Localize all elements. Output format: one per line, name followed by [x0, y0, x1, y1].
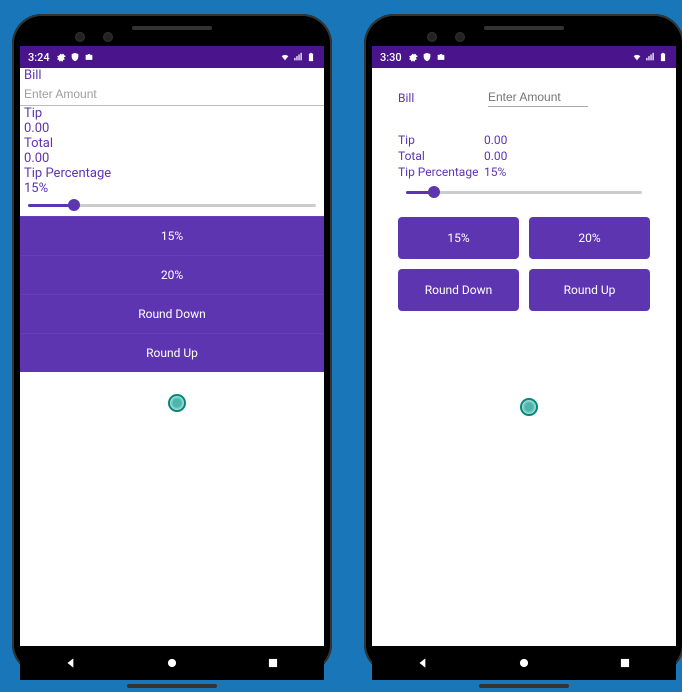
- fab-icon[interactable]: [168, 394, 186, 412]
- round-down-button[interactable]: Round Down: [398, 269, 519, 311]
- round-down-button[interactable]: Round Down: [20, 294, 324, 333]
- gear-icon: [56, 52, 66, 62]
- tip-pct-value: 15%: [20, 181, 324, 196]
- speaker-top: [484, 26, 564, 30]
- briefcase-icon: [84, 52, 94, 62]
- tip-pct-label: Tip Percentage: [398, 165, 484, 179]
- app-content-right: Bill Tip 0.00 Total 0.00 Tip Percentage …: [372, 68, 676, 646]
- status-bar: 3:24: [20, 46, 324, 68]
- camera-row: [20, 32, 324, 42]
- total-value: 0.00: [20, 151, 324, 166]
- status-bar: 3:30: [372, 46, 676, 68]
- gear-icon: [408, 52, 418, 62]
- pct20-button[interactable]: 20%: [20, 255, 324, 294]
- bill-label: Bill: [20, 68, 324, 83]
- amount-input[interactable]: [488, 88, 588, 107]
- nav-back-icon[interactable]: [64, 656, 78, 670]
- pct15-button[interactable]: 15%: [20, 216, 324, 255]
- phone-frame-left: 3:24 Bill Tip 0.00 Total 0.00 Tip Percen…: [12, 14, 332, 674]
- nav-recent-icon[interactable]: [618, 656, 632, 670]
- tip-label: Tip: [20, 106, 324, 121]
- signal-icon: [645, 52, 655, 62]
- pct20-button[interactable]: 20%: [529, 217, 650, 259]
- tip-pct-label: Tip Percentage: [20, 166, 324, 181]
- battery-icon: [306, 52, 316, 62]
- wifi-icon: [280, 52, 290, 62]
- amount-input[interactable]: [20, 83, 324, 106]
- nav-recent-icon[interactable]: [266, 656, 280, 670]
- speaker-top: [132, 26, 212, 30]
- tip-value: 0.00: [484, 133, 507, 147]
- phone-frame-right: 3:30 Bill Tip 0.: [364, 14, 682, 674]
- status-time: 3:30: [380, 51, 402, 64]
- status-time: 3:24: [28, 51, 50, 64]
- tip-slider[interactable]: [398, 183, 650, 203]
- tip-label: Tip: [398, 133, 484, 147]
- nav-bar: [372, 646, 676, 680]
- briefcase-icon: [436, 52, 446, 62]
- tip-value: 0.00: [20, 121, 324, 136]
- total-label: Total: [20, 136, 324, 151]
- screen-left: 3:24 Bill Tip 0.00 Total 0.00 Tip Percen…: [20, 46, 324, 646]
- round-up-button[interactable]: Round Up: [20, 333, 324, 372]
- screen-right: 3:30 Bill Tip 0.: [372, 46, 676, 646]
- nav-back-icon[interactable]: [416, 656, 430, 670]
- speaker-bottom: [127, 684, 217, 688]
- wifi-icon: [632, 52, 642, 62]
- app-content-left: Bill Tip 0.00 Total 0.00 Tip Percentage …: [20, 68, 324, 646]
- shield-icon: [70, 52, 80, 62]
- tip-slider[interactable]: [20, 196, 324, 216]
- speaker-bottom: [479, 684, 569, 688]
- fab-icon[interactable]: [520, 398, 538, 416]
- pct15-button[interactable]: 15%: [398, 217, 519, 259]
- total-value: 0.00: [484, 149, 507, 163]
- shield-icon: [422, 52, 432, 62]
- bill-label: Bill: [398, 91, 484, 105]
- nav-home-icon[interactable]: [165, 656, 179, 670]
- total-label: Total: [398, 149, 484, 163]
- round-up-button[interactable]: Round Up: [529, 269, 650, 311]
- battery-icon: [658, 52, 668, 62]
- tip-pct-value: 15%: [484, 165, 506, 179]
- nav-home-icon[interactable]: [517, 656, 531, 670]
- signal-icon: [293, 52, 303, 62]
- camera-row: [372, 32, 676, 42]
- nav-bar: [20, 646, 324, 680]
